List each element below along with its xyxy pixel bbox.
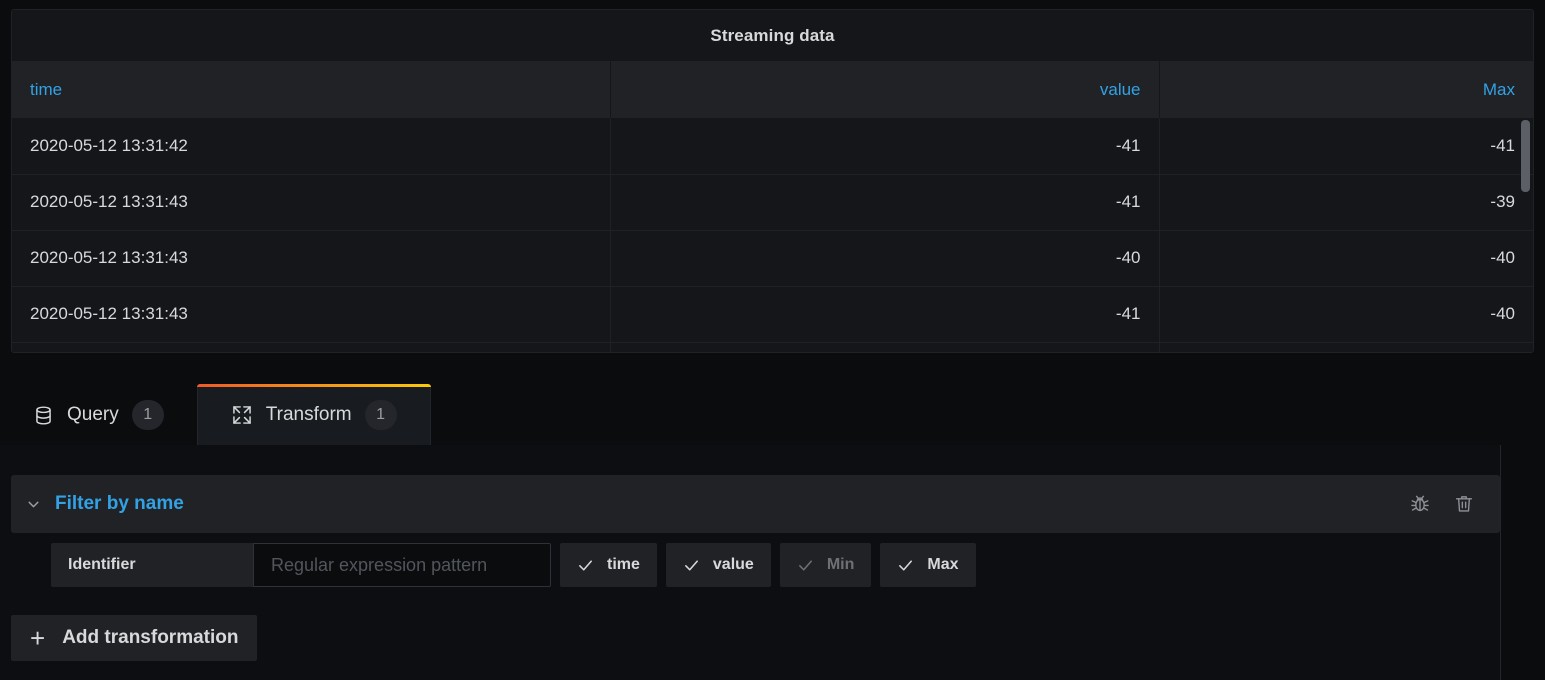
transformation-card-filter-by-name: Filter by name — [11, 475, 1500, 533]
check-icon — [577, 557, 594, 574]
field-toggle-max-label: Max — [927, 556, 958, 574]
table-row: 2020-05-12 13:31:42 -41 -41 — [12, 118, 1533, 174]
field-toggle-value-label: value — [713, 556, 754, 574]
cell-value — [610, 342, 1159, 353]
transform-icon — [231, 404, 253, 426]
regex-input[interactable] — [253, 543, 551, 587]
cell-value: -41 — [610, 174, 1159, 230]
field-toggle-time[interactable]: time — [560, 543, 657, 587]
filter-controls: Identifier time value Min Max — [51, 543, 976, 587]
table-header-row: time value Max — [12, 61, 1533, 118]
database-icon — [33, 405, 54, 426]
column-header-value[interactable]: value — [610, 61, 1159, 118]
field-toggle-value[interactable]: value — [666, 543, 771, 587]
tab-query-label: Query — [67, 404, 119, 426]
trash-icon[interactable] — [1451, 491, 1477, 517]
cell-time — [12, 342, 610, 353]
check-icon — [797, 557, 814, 574]
transformation-actions — [1407, 491, 1500, 517]
cell-max: -40 — [1159, 286, 1533, 342]
identifier-label: Identifier — [51, 543, 253, 587]
column-header-time[interactable]: time — [12, 61, 610, 118]
cell-value: -41 — [610, 118, 1159, 174]
cell-max: -41 — [1159, 118, 1533, 174]
field-toggle-max[interactable]: Max — [880, 543, 975, 587]
column-header-max[interactable]: Max — [1159, 61, 1533, 118]
field-toggle-min[interactable]: Min — [780, 543, 872, 587]
cell-time: 2020-05-12 13:31:43 — [12, 230, 610, 286]
check-icon — [897, 557, 914, 574]
data-table: time value Max 2020-05-12 13:31:42 -41 -… — [12, 61, 1533, 353]
editor-tabs: Query 1 Transform 1 — [0, 382, 1545, 446]
cell-value: -40 — [610, 230, 1159, 286]
tab-query-badge: 1 — [132, 400, 164, 430]
add-transformation-label: Add transformation — [62, 627, 238, 649]
add-transformation-button[interactable]: + Add transformation — [11, 615, 257, 661]
cell-time: 2020-05-12 13:31:43 — [12, 174, 610, 230]
cell-time: 2020-05-12 13:31:42 — [12, 118, 610, 174]
transformation-title[interactable]: Filter by name — [55, 493, 184, 515]
tab-transform[interactable]: Transform 1 — [197, 384, 431, 446]
vertical-scrollbar[interactable] — [1521, 120, 1530, 192]
table-row-partial — [12, 342, 1533, 353]
field-toggle-min-label: Min — [827, 556, 855, 574]
field-toggle-time-label: time — [607, 556, 640, 574]
cell-time: 2020-05-12 13:31:43 — [12, 286, 610, 342]
table-row: 2020-05-12 13:31:43 -41 -40 — [12, 286, 1533, 342]
cell-max: -40 — [1159, 230, 1533, 286]
plus-icon: + — [30, 625, 45, 651]
table-row: 2020-05-12 13:31:43 -41 -39 — [12, 174, 1533, 230]
bug-icon[interactable] — [1407, 491, 1433, 517]
table-row: 2020-05-12 13:31:43 -40 -40 — [12, 230, 1533, 286]
tab-transform-badge: 1 — [365, 400, 397, 430]
check-icon — [683, 557, 700, 574]
cell-max: -39 — [1159, 174, 1533, 230]
transform-editor: Filter by name — [0, 445, 1501, 680]
page-title: Streaming data — [710, 26, 834, 46]
cell-max — [1159, 342, 1533, 353]
cell-value: -41 — [610, 286, 1159, 342]
tab-query[interactable]: Query 1 — [0, 384, 197, 446]
tab-transform-label: Transform — [266, 404, 352, 426]
table-panel: Streaming data time value Max 2020-05-12… — [11, 9, 1534, 353]
panel-header: Streaming data — [12, 10, 1533, 61]
chevron-down-icon[interactable] — [11, 496, 55, 513]
